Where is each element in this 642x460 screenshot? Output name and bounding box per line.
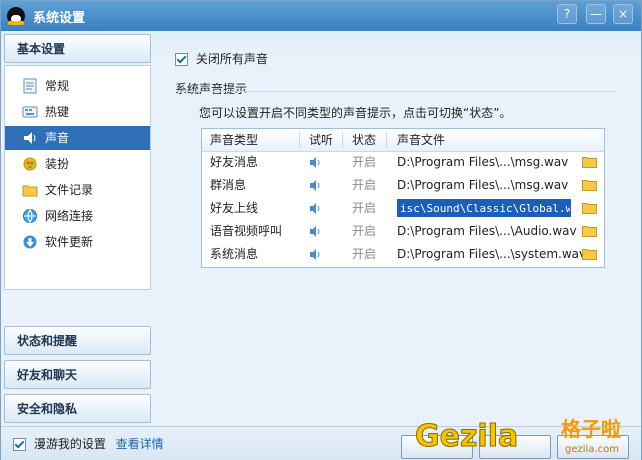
divider (175, 91, 615, 92)
sidebar-item-sound[interactable]: 声音 (5, 126, 150, 150)
table-header: 声音类型 试听 状态 声音文件 (202, 129, 604, 152)
column-divider (342, 132, 343, 148)
sidebar-items: 常规 热键 声音 装扮 文件记录 网络连接 软件更新 (4, 65, 151, 290)
col-sound-type[interactable]: 声音类型 (210, 129, 258, 151)
sidebar-item-label: 网络连接 (45, 209, 94, 223)
watermark-cn: 格子啦 (561, 417, 621, 441)
network-icon (23, 209, 37, 223)
state-toggle[interactable]: 开启 (352, 243, 376, 266)
section-status-reminders[interactable]: 状态和提醒 (4, 326, 151, 355)
state-toggle[interactable]: 开启 (352, 197, 376, 220)
section-basic-settings[interactable]: 基本设置 (4, 34, 151, 63)
sound-settings-panel: 关闭所有声音 系统声音提示 您可以设置开启不同类型的声音提示，点击可切换“状态”… (161, 34, 639, 424)
view-details-link[interactable]: 查看详情 (116, 437, 164, 451)
skin-icon (23, 157, 37, 171)
sidebar-item-update[interactable]: 软件更新 (5, 230, 150, 254)
preview-speaker-icon[interactable] (309, 156, 322, 169)
col-sound-file[interactable]: 声音文件 (397, 129, 445, 151)
col-preview[interactable]: 试听 (309, 129, 333, 151)
minimize-button[interactable]: — (586, 4, 606, 24)
roam-settings-row[interactable]: 漫游我的设置 查看详情 (13, 435, 164, 452)
preview-speaker-icon[interactable] (309, 202, 322, 215)
mute-all-label: 关闭所有声音 (195, 52, 268, 66)
roam-settings-checkbox[interactable] (13, 438, 26, 451)
sound-type: 系统消息 (210, 247, 259, 261)
table-row[interactable]: 好友上线 开启 isc\Sound\Classic\Global.wav (202, 197, 604, 220)
table-row[interactable]: 群消息 开启 D:\Program Files\...\msg.wav (202, 174, 604, 197)
browse-folder-icon[interactable] (582, 179, 597, 191)
folder-icon (22, 185, 38, 197)
sidebar-item-hotkey[interactable]: 热键 (5, 100, 150, 124)
sound-file-edit-field[interactable]: isc\Sound\Classic\Global.wav (397, 199, 571, 217)
browse-folder-icon[interactable] (582, 156, 597, 168)
browse-folder-icon[interactable] (582, 225, 597, 237)
browse-folder-icon[interactable] (582, 248, 597, 260)
state-toggle[interactable]: 开启 (352, 151, 376, 174)
settings-window: 系统设置 ? — × 基本设置 常规 热键 声音 装扮 文件记录 网络连接 软件… (0, 0, 642, 460)
browse-folder-icon[interactable] (582, 202, 597, 214)
sidebar-item-label: 文件记录 (45, 183, 94, 197)
update-icon (23, 235, 37, 249)
watermark-url: gezila.com (565, 444, 619, 455)
column-divider (299, 132, 300, 148)
state-toggle[interactable]: 开启 (352, 220, 376, 243)
sound-file-path[interactable]: D:\Program Files\...\msg.wav (397, 151, 568, 174)
close-button[interactable]: × (613, 4, 633, 24)
speaker-icon (24, 132, 36, 144)
sound-type: 群消息 (210, 178, 247, 192)
sidebar-item-network[interactable]: 网络连接 (5, 204, 150, 228)
sound-type: 语音视频呼叫 (210, 224, 283, 238)
state-toggle[interactable]: 开启 (352, 174, 376, 197)
col-state[interactable]: 状态 (352, 129, 376, 151)
general-icon (23, 78, 37, 94)
sound-type: 好友上线 (210, 201, 259, 215)
table-row[interactable]: 语音视频呼叫 开启 D:\Program Files\...\Audio.wav (202, 220, 604, 243)
sidebar-item-label: 装扮 (45, 157, 70, 171)
column-divider (386, 132, 387, 148)
sidebar-item-label: 常规 (45, 79, 70, 93)
table-row[interactable]: 系统消息 开启 D:\Program Files\...\system.wav (202, 243, 604, 266)
roam-settings-label: 漫游我的设置 (33, 437, 106, 451)
gezila-watermark: Gezila 格子啦 gezila.com (415, 417, 622, 455)
sidebar-item-label: 声音 (45, 131, 70, 145)
table-row[interactable]: 好友消息 开启 D:\Program Files\...\msg.wav (202, 151, 604, 174)
qq-penguin-icon (7, 7, 25, 25)
sidebar-item-label: 软件更新 (45, 235, 94, 249)
mute-all-checkbox[interactable] (175, 53, 188, 66)
hint-text: 您可以设置开启不同类型的声音提示，点击可切换“状态”。 (199, 106, 512, 120)
title-bar[interactable]: 系统设置 ? — × (1, 1, 641, 31)
sound-file-path[interactable]: D:\Program Files\...\Audio.wav (397, 220, 577, 243)
sound-table: 声音类型 试听 状态 声音文件 好友消息 开启 D:\Program Files… (201, 128, 605, 268)
mute-all-row[interactable]: 关闭所有声音 (175, 50, 268, 67)
preview-speaker-icon[interactable] (309, 179, 322, 192)
sidebar-item-label: 热键 (45, 105, 70, 119)
window-title: 系统设置 (33, 11, 86, 26)
hotkey-icon (22, 106, 38, 118)
sidebar-item-general[interactable]: 常规 (5, 74, 150, 98)
watermark-text: Gezila (415, 419, 518, 454)
help-button[interactable]: ? (557, 4, 577, 24)
section-friends-chat[interactable]: 好友和聊天 (4, 360, 151, 389)
sound-file-path[interactable]: D:\Program Files\...\msg.wav (397, 174, 568, 197)
sound-file-path[interactable]: D:\Program Files\...\system.wav (397, 243, 586, 266)
section-security-privacy[interactable]: 安全和隐私 (4, 394, 151, 423)
preview-speaker-icon[interactable] (309, 248, 322, 261)
sidebar: 基本设置 常规 热键 声音 装扮 文件记录 网络连接 软件更新 状态和提醒 好友… (4, 34, 153, 424)
section-title: 系统声音提示 (175, 82, 248, 96)
sidebar-item-file-records[interactable]: 文件记录 (5, 178, 150, 202)
sidebar-item-skin[interactable]: 装扮 (5, 152, 150, 176)
sound-type: 好友消息 (210, 155, 259, 169)
preview-speaker-icon[interactable] (309, 225, 322, 238)
